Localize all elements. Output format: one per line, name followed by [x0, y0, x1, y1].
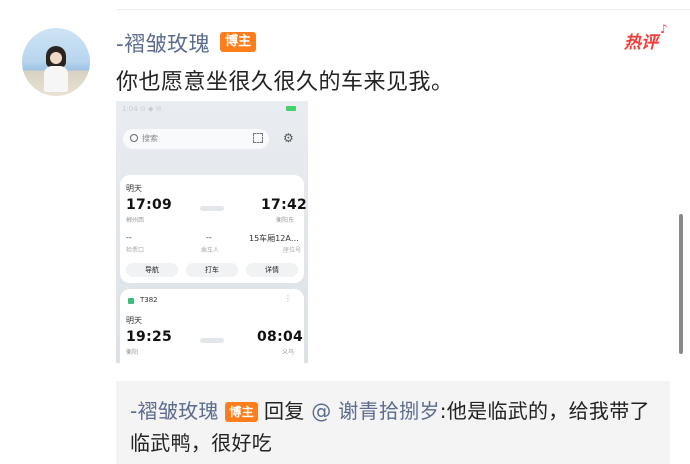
more-icon: ⋮ [284, 294, 292, 303]
gate-label: 检票口 [126, 247, 145, 254]
depart-time: 19:25 [126, 329, 173, 345]
gate-value: -- [126, 233, 132, 242]
card-date: 明天 [126, 316, 142, 325]
search-bar: 搜索 [123, 129, 269, 149]
gear-icon: ⚙ [283, 131, 294, 145]
seat-label: 座位号 [283, 247, 302, 254]
reply-author-badge: 博主 [225, 402, 258, 422]
train-graphic [200, 206, 224, 211]
train-card-2: T382 ⋮ 明天 19:25 衡阳 08:04 义乌 [120, 289, 304, 363]
arrive-time: 17:42 [261, 197, 308, 213]
arrive-station: 义乌 [282, 349, 295, 356]
search-icon [130, 134, 138, 142]
train-icon [128, 298, 134, 304]
depart-station: 郴州西 [126, 217, 145, 224]
scrollbar[interactable] [679, 214, 683, 354]
scan-icon [253, 133, 263, 143]
status-bar: 1:04 ⊙ ◆ ✉ [122, 105, 162, 113]
reply-content: -褶皱玫瑰 博主 回复 @ 谢青拾捌岁:他是临武的，给我带了临武鸭，很好吃 [130, 395, 660, 459]
hot-comment-tag: 热评 ♪ [624, 22, 668, 53]
reply-box[interactable]: -褶皱玫瑰 博主 回复 @ 谢青拾捌岁:他是临武的，给我带了临武鸭，很好吃 [116, 381, 670, 464]
reply-mention[interactable]: @ 谢青拾捌岁 [311, 399, 439, 423]
comment-text: 你也愿意坐很久很久的车来见我。 [116, 70, 454, 95]
train-card: 明天 17:09 郴州西 17:42 衡阳东 -- 检票口 -- 乘车人 15车… [120, 175, 308, 283]
arrive-station: 衡阳东 [276, 217, 295, 224]
depart-station: 衡阳 [126, 349, 139, 356]
avatar-figure [44, 46, 68, 92]
taxi-button: 打车 [186, 263, 238, 277]
flame-icon: ♪ [660, 22, 668, 36]
train-graphic [200, 338, 224, 343]
passenger-label: 乘车人 [201, 247, 220, 254]
depart-time: 17:09 [126, 197, 173, 213]
author-badge: 博主 [220, 32, 257, 52]
top-divider [116, 9, 690, 10]
details-button: 详情 [246, 263, 298, 277]
search-placeholder: 搜索 [142, 134, 158, 143]
navigate-button: 导航 [126, 263, 178, 277]
train-number: T382 [140, 296, 158, 304]
reply-verb: 回复 [264, 399, 305, 423]
battery-icon [286, 106, 296, 111]
reply-author[interactable]: -褶皱玫瑰 [130, 399, 219, 423]
hot-comment-label: 热评 [624, 33, 658, 53]
seat-value: 15车厢12A… [249, 234, 299, 243]
avatar[interactable] [22, 28, 90, 96]
arrive-time: 08:04 [257, 329, 304, 345]
author-name[interactable]: -褶皱玫瑰 [116, 28, 210, 58]
passenger-value: -- [206, 233, 212, 242]
card-date: 明天 [126, 184, 142, 193]
attached-screenshot[interactable]: 1:04 ⊙ ◆ ✉ 搜索 ⚙ 明天 17:09 郴州西 17:42 衡阳东 -… [116, 101, 308, 363]
